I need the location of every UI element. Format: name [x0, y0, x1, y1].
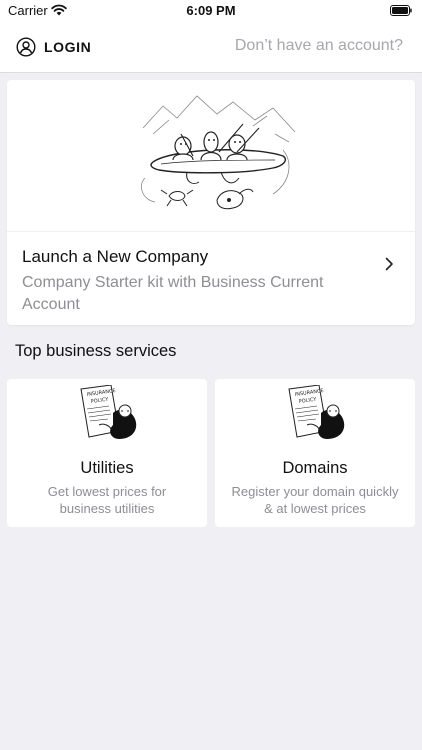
- signup-link[interactable]: Don’t have an account?: [235, 37, 403, 55]
- hero-subtitle: Company Starter kit with Business Curren…: [22, 274, 324, 313]
- section-title: Top business services: [15, 342, 177, 360]
- launch-company-card[interactable]: Launch a New Company Company Starter kit…: [7, 80, 415, 325]
- people-in-canoe-illustration: [141, 95, 296, 210]
- top-nav-bar: LOGIN Don’t have an account?: [0, 22, 422, 73]
- utilities-card[interactable]: INSURANCE POLICY Utilities Get lowest pr…: [7, 379, 207, 527]
- domains-card[interactable]: INSURANCE POLICY Domains Register your d…: [215, 379, 415, 527]
- battery-icon: [390, 5, 412, 16]
- clock-time: 6:09 PM: [186, 3, 236, 18]
- hero-title: Launch a New Company: [22, 247, 209, 266]
- login-label: LOGIN: [44, 39, 92, 55]
- chevron-right-icon: [385, 257, 393, 271]
- status-bar: Carrier 6:09 PM: [0, 0, 422, 22]
- user-circle-icon: [16, 37, 36, 57]
- domains-title: Domains: [282, 459, 348, 477]
- login-button[interactable]: LOGIN: [16, 36, 91, 58]
- utilities-title: Utilities: [80, 459, 134, 477]
- card-divider: [7, 231, 415, 232]
- utilities-description: Get lowest prices for business utilities: [47, 484, 167, 516]
- insurance-policy-illustration: INSURANCE POLICY: [80, 385, 137, 439]
- insurance-policy-illustration: INSURANCE POLICY: [288, 385, 345, 439]
- domains-description: Register your domain quickly & at lowest…: [231, 484, 399, 516]
